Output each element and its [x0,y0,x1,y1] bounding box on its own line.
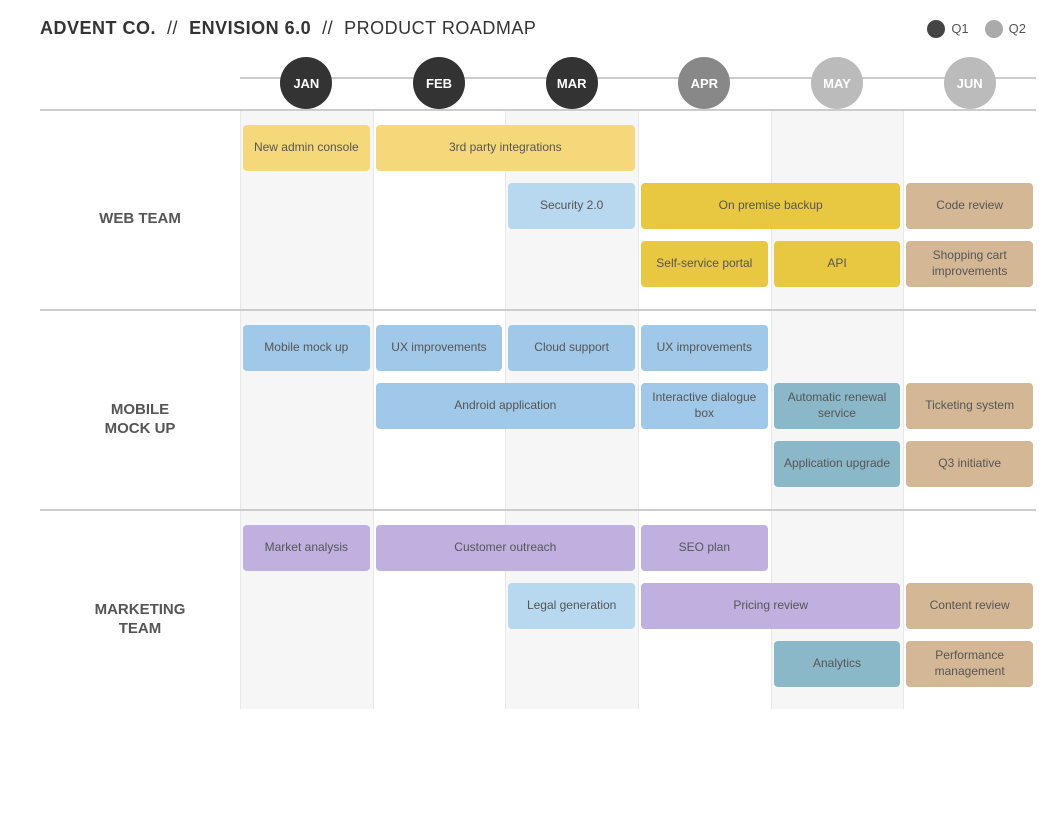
product-name: ENVISION 6.0 [189,18,311,38]
company-name: ADVENT CO. [40,18,156,38]
card-q3-initiative: Q3 initiative [906,441,1033,487]
month-circle-apr: APR [678,57,730,109]
month-circle-jun: JUN [944,57,996,109]
team-grid-marketing: Market analysisCustomer outreachSEO plan… [240,511,1036,709]
q1-label: Q1 [951,21,968,36]
card-analytics: Analytics [774,641,901,687]
card-security: Security 2.0 [508,183,635,229]
team-row-web: WEB TEAM New admin console3rd party integ… [40,109,1036,309]
subtitle: PRODUCT ROADMAP [344,18,536,38]
card-seo-plan: SEO plan [641,525,768,571]
team-name-mobile: MOBILE MOCK UP [105,400,176,439]
page-header: ADVENT CO. // ENVISION 6.0 // PRODUCT RO… [0,0,1056,49]
card-self-service: Self-service portal [641,241,768,287]
page-title: ADVENT CO. // ENVISION 6.0 // PRODUCT RO… [40,18,536,39]
month-col-jun: JUN [903,57,1036,109]
team-label-mobile: MOBILE MOCK UP [40,311,240,509]
card-code-review: Code review [906,183,1033,229]
team-name-web: WEB TEAM [99,209,181,229]
q2-legend: Q2 [985,20,1026,38]
card-shopping-cart: Shopping cart improvements [906,241,1033,287]
card-market-analysis: Market analysis [243,525,370,571]
card-3rd-party: 3rd party integrations [376,125,635,171]
team-label-web: WEB TEAM [40,111,240,309]
month-col-feb: FEB [373,57,506,109]
q2-dot [985,20,1003,38]
roadmap: JAN FEB MAR APR MAY JUN WEB TEAM New admin con… [0,49,1056,729]
team-row-mobile: MOBILE MOCK UPMobile mock upUX improveme… [40,309,1036,509]
team-label-marketing: MARKETING TEAM [40,511,240,709]
card-app-upgrade: Application upgrade [774,441,901,487]
month-col-may: MAY [771,57,904,109]
team-grid-mobile: Mobile mock upUX improvementsCloud suppo… [240,311,1036,509]
month-col-apr: APR [638,57,771,109]
card-ticketing: Ticketing system [906,383,1033,429]
card-android-app: Android application [376,383,635,429]
card-performance-mgmt: Performance management [906,641,1033,687]
card-auto-renewal: Automatic renewal service [774,383,901,429]
card-new-admin: New admin console [243,125,370,171]
card-legal-gen: Legal generation [508,583,635,629]
months-row: JAN FEB MAR APR MAY JUN [240,49,1036,109]
card-mobile-mock: Mobile mock up [243,325,370,371]
month-circle-feb: FEB [413,57,465,109]
card-api: API [774,241,901,287]
month-col-mar: MAR [505,57,638,109]
month-circle-mar: MAR [546,57,598,109]
q2-label: Q2 [1009,21,1026,36]
team-grid-web: New admin console3rd party integrations S… [240,111,1036,309]
legend: Q1 Q2 [927,20,1026,38]
card-ux-improve2: UX improvements [641,325,768,371]
card-on-premise: On premise backup [641,183,900,229]
card-customer-outreach: Customer outreach [376,525,635,571]
card-ux-improve1: UX improvements [376,325,503,371]
team-name-marketing: MARKETING TEAM [95,600,186,639]
teams-container: WEB TEAM New admin console3rd party integ… [40,109,1036,709]
q1-dot [927,20,945,38]
month-circle-may: MAY [811,57,863,109]
month-col-jan: JAN [240,57,373,109]
sep2: // [322,18,333,38]
card-cloud-support: Cloud support [508,325,635,371]
month-circle-jan: JAN [280,57,332,109]
card-pricing-review: Pricing review [641,583,900,629]
card-interactive: Interactive dialogue box [641,383,768,429]
card-content-review: Content review [906,583,1033,629]
sep1: // [167,18,178,38]
team-row-marketing: MARKETING TEAM Market analysisCustomer ou… [40,509,1036,709]
q1-legend: Q1 [927,20,968,38]
